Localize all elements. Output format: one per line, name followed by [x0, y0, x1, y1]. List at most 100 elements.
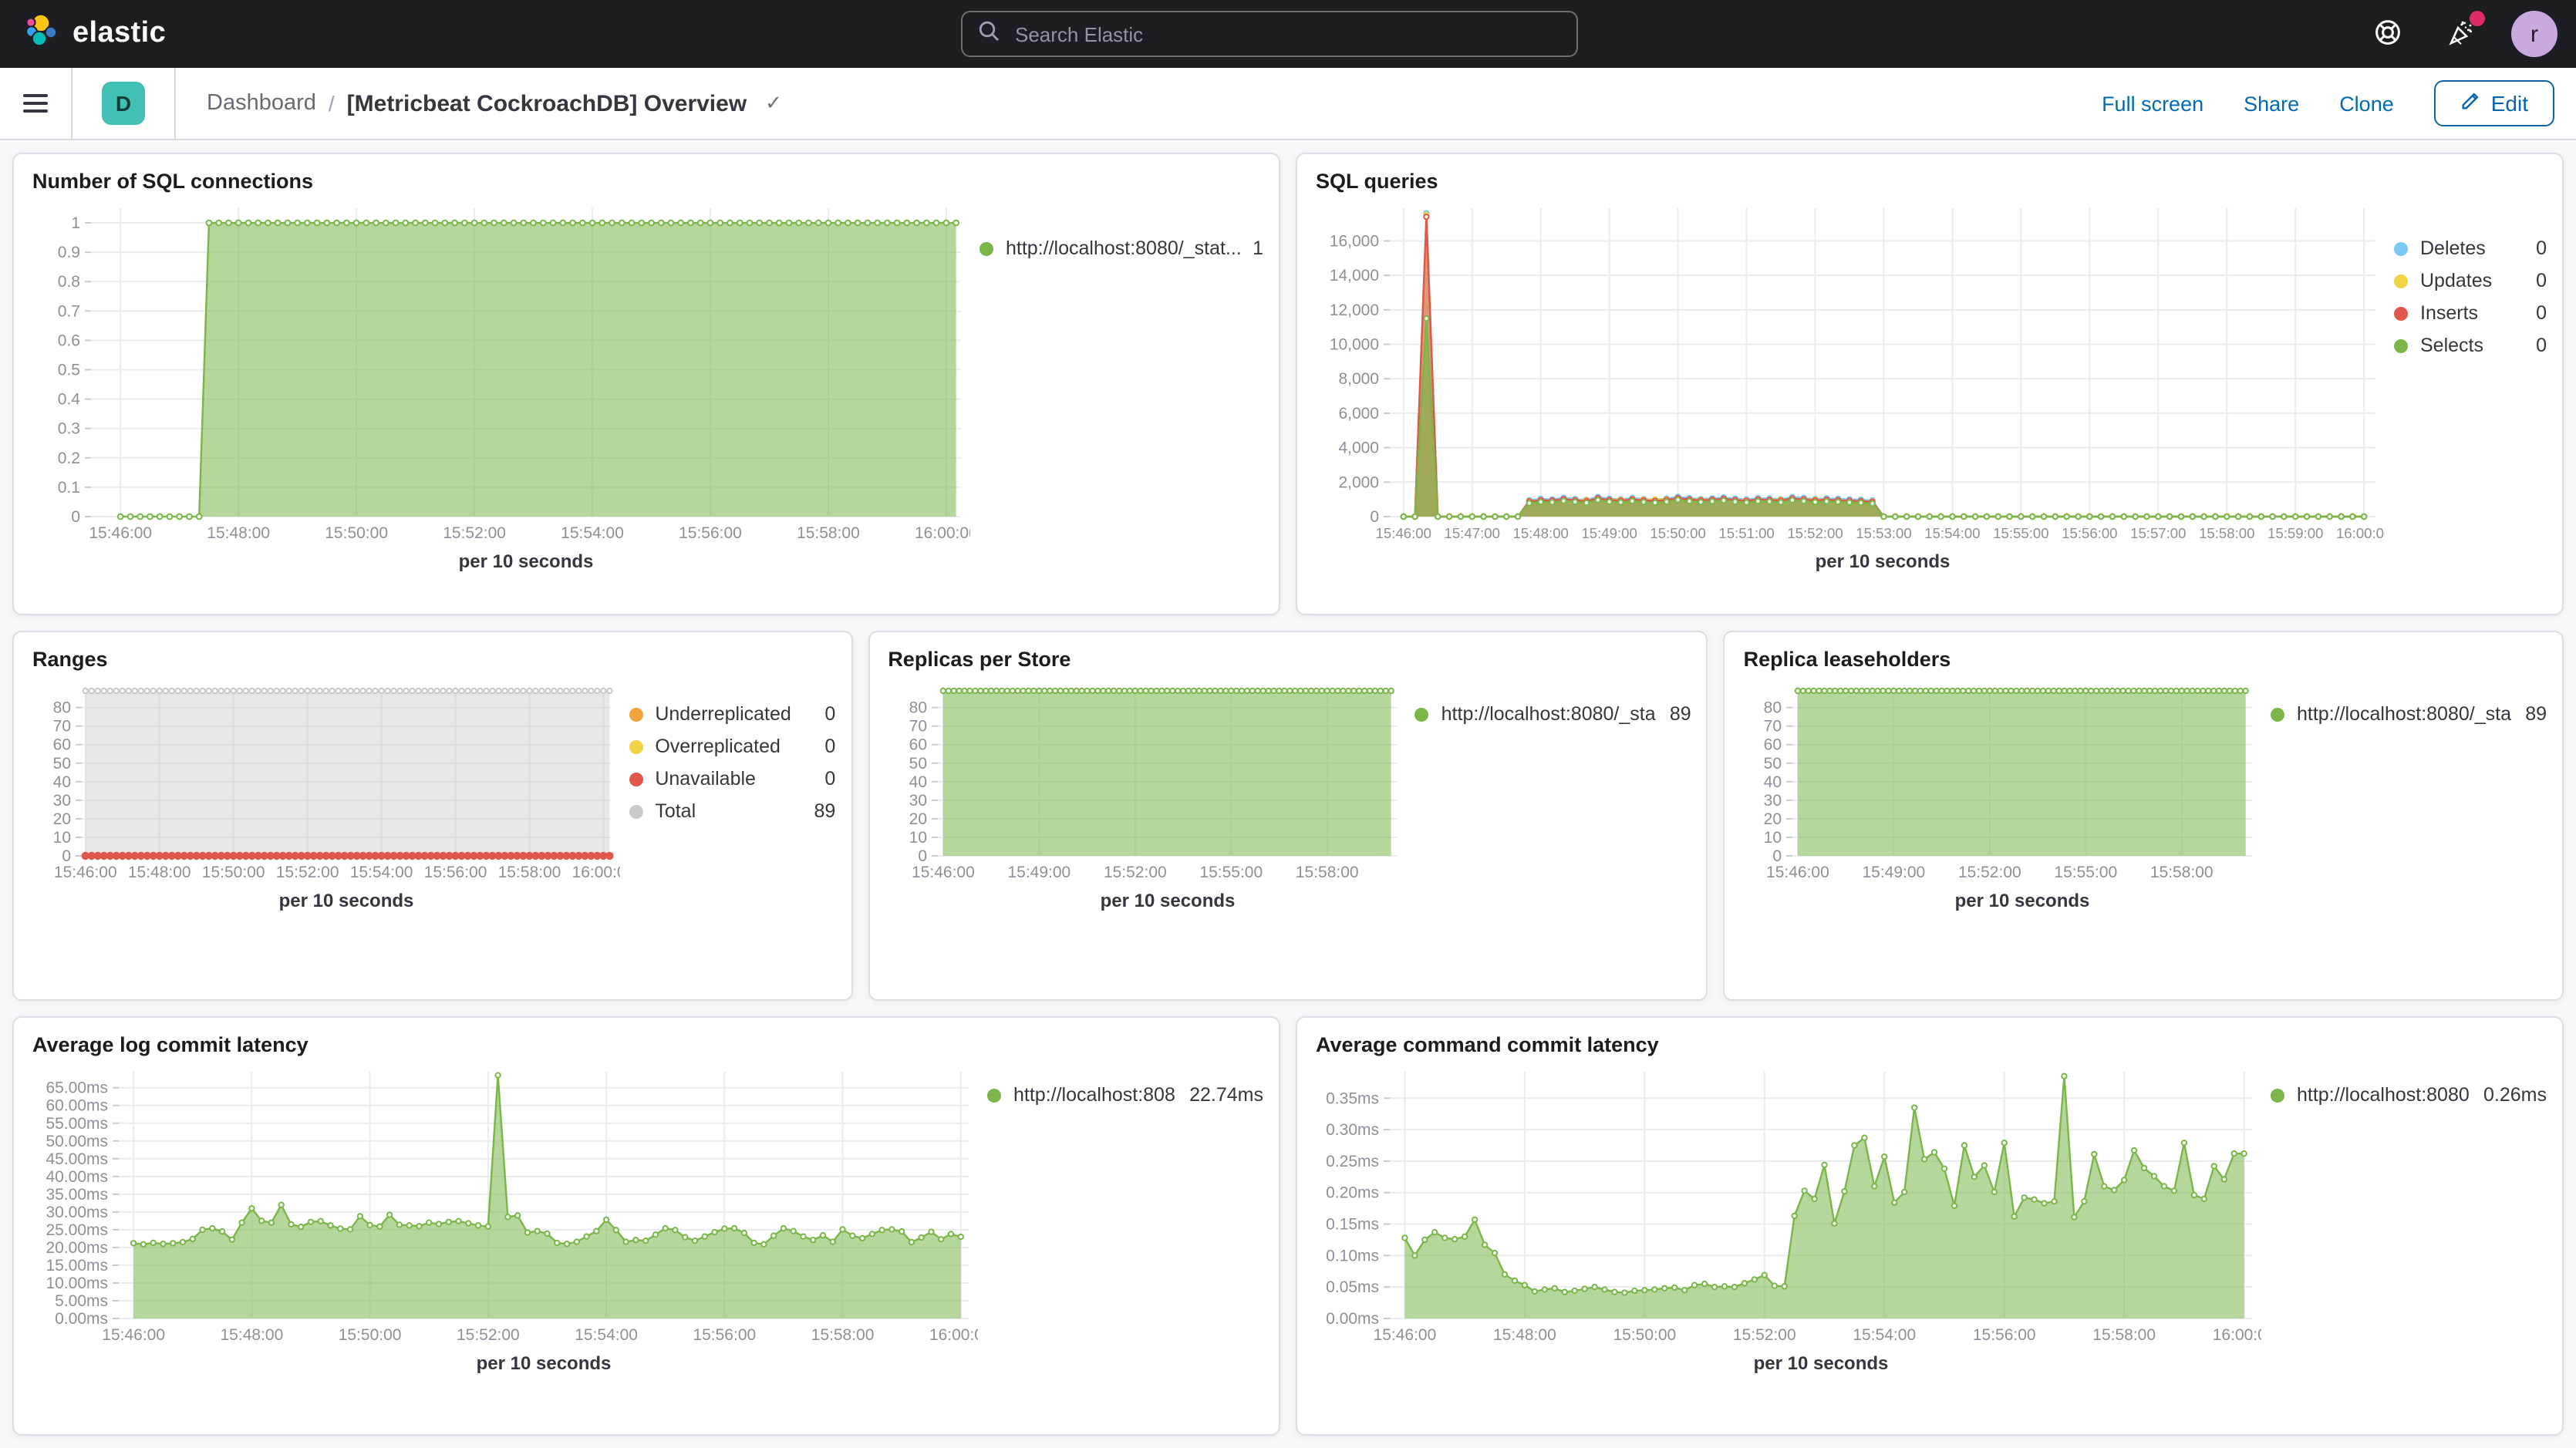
svg-text:65.00ms: 65.00ms [46, 1079, 108, 1097]
panel-sql-queries: SQL queries 02,0004,0006,0008,00010,0001… [1296, 153, 2564, 615]
chart-legend: Deletes0 Updates0 Inserts0 Selects0 [2385, 199, 2547, 356]
svg-text:15:53:00: 15:53:00 [1856, 525, 1911, 541]
svg-text:15:55:00: 15:55:00 [2055, 864, 2118, 881]
full-screen-link[interactable]: Full screen [2102, 92, 2203, 115]
legend-value: 0 [824, 705, 835, 725]
svg-text:15:46:00: 15:46:00 [1767, 864, 1830, 881]
svg-text:60: 60 [53, 736, 71, 754]
svg-text:50: 50 [53, 755, 71, 773]
chart-svg: 0.00ms5.00ms10.00ms15.00ms20.00ms25.00ms… [29, 1062, 978, 1383]
svg-text:15:48:00: 15:48:00 [207, 524, 270, 542]
legend-item[interactable]: http://localhost:8080/_sta...89 [1415, 705, 1691, 725]
svg-text:15:58:00: 15:58:00 [811, 1326, 875, 1344]
panel-replicas-per-store: Replicas per Store 0102030405060708015:4… [868, 631, 1708, 1001]
chart-canvas-log-commit-latency[interactable]: 0.00ms5.00ms10.00ms15.00ms20.00ms25.00ms… [29, 1062, 978, 1383]
share-link[interactable]: Share [2244, 92, 2299, 115]
chart-svg: 0102030405060708015:46:0015:49:0015:52:0… [885, 677, 1406, 921]
svg-text:50: 50 [1764, 755, 1782, 773]
menu-button[interactable] [0, 68, 71, 139]
svg-text:10.00ms: 10.00ms [46, 1275, 108, 1292]
legend-label: http://localhost:8080/_sta... [1441, 705, 1657, 725]
svg-text:15:56:00: 15:56:00 [693, 1326, 756, 1344]
svg-text:15:58:00: 15:58:00 [2199, 525, 2254, 541]
svg-text:60.00ms: 60.00ms [46, 1097, 108, 1115]
search-icon [978, 19, 1000, 49]
legend-item[interactable]: http://localhost:8080/_sta...89 [2271, 705, 2547, 725]
legend-item[interactable]: Inserts0 [2394, 304, 2547, 324]
elastic-logo[interactable]: elastic [25, 12, 166, 56]
panel-title: Ranges [32, 648, 835, 671]
svg-text:0: 0 [1370, 508, 1379, 526]
legend-item[interactable]: Deletes0 [2394, 239, 2547, 259]
help-icon [2372, 16, 2403, 52]
legend-item[interactable]: Overreplicated0 [629, 737, 835, 757]
svg-text:15:52:00: 15:52:00 [1959, 864, 2022, 881]
svg-text:40: 40 [53, 773, 71, 791]
svg-text:15:52:00: 15:52:00 [1787, 525, 1843, 541]
svg-text:15:49:00: 15:49:00 [1863, 864, 1926, 881]
svg-text:40: 40 [1764, 773, 1782, 791]
legend-item[interactable]: Unavailable0 [629, 769, 835, 790]
svg-text:25.00ms: 25.00ms [46, 1221, 108, 1239]
legend-item[interactable]: Updates0 [2394, 271, 2547, 291]
svg-text:per 10 seconds: per 10 seconds [1100, 891, 1235, 911]
chart-canvas-command-commit-latency[interactable]: 0.00ms0.05ms0.10ms0.15ms0.20ms0.25ms0.30… [1313, 1062, 2261, 1383]
svg-text:15:47:00: 15:47:00 [1445, 525, 1500, 541]
chart-canvas-replica-leaseholders[interactable]: 0102030405060708015:46:0015:49:0015:52:0… [1741, 677, 2261, 921]
chart-canvas-sql-connections[interactable]: 00.10.20.30.40.50.60.70.80.9115:46:0015:… [29, 199, 970, 581]
breadcrumb-dashboard[interactable]: Dashboard [207, 91, 316, 116]
svg-text:60: 60 [909, 736, 926, 754]
breadcrumb-separator: / [329, 91, 335, 116]
svg-text:15:58:00: 15:58:00 [797, 524, 860, 542]
svg-text:0.00ms: 0.00ms [1326, 1310, 1379, 1328]
svg-text:15:52:00: 15:52:00 [457, 1326, 520, 1344]
svg-text:15:49:00: 15:49:00 [1581, 525, 1637, 541]
legend-item[interactable]: http://localhost:8080...0.26ms [2271, 1086, 2547, 1106]
legend-item[interactable]: Selects0 [2394, 336, 2547, 356]
svg-text:70: 70 [909, 718, 926, 736]
clone-link[interactable]: Clone [2339, 92, 2394, 115]
chart-canvas-ranges[interactable]: 0102030405060708015:46:0015:48:0015:50:0… [29, 677, 619, 921]
title-check-icon[interactable]: ✓ [765, 91, 782, 116]
svg-text:14,000: 14,000 [1330, 267, 1379, 285]
chart-canvas-sql-queries[interactable]: 02,0004,0006,0008,00010,00012,00014,0001… [1313, 199, 2385, 581]
legend-label: Unavailable [655, 769, 812, 790]
svg-text:15:54:00: 15:54:00 [561, 524, 624, 542]
legend-item[interactable]: http://localhost:8080/_stat...1 [979, 239, 1263, 259]
panel-title: Number of SQL connections [32, 170, 1263, 193]
edit-button[interactable]: Edit [2434, 80, 2554, 126]
legend-dot-icon [629, 773, 642, 786]
chart-legend: http://localhost:808...22.74ms [978, 1062, 1263, 1106]
svg-text:15:46:00: 15:46:00 [1374, 1326, 1437, 1344]
legend-item[interactable]: Total89 [629, 802, 835, 822]
dashboard-app-badge[interactable]: D [102, 82, 145, 125]
chart-canvas-replicas-per-store[interactable]: 0102030405060708015:46:0015:49:0015:52:0… [885, 677, 1405, 921]
legend-item[interactable]: Underreplicated0 [629, 705, 835, 725]
legend-dot-icon [629, 708, 642, 722]
legend-label: Updates [2420, 271, 2524, 291]
svg-text:55.00ms: 55.00ms [46, 1115, 108, 1133]
svg-text:15:56:00: 15:56:00 [1973, 1326, 2036, 1344]
legend-dot-icon [987, 1089, 1001, 1103]
global-search [961, 11, 1578, 57]
legend-value: 89 [2525, 705, 2547, 725]
svg-text:15:58:00: 15:58:00 [2151, 864, 2214, 881]
svg-text:30.00ms: 30.00ms [46, 1204, 108, 1221]
svg-text:per 10 seconds: per 10 seconds [1816, 551, 1951, 572]
newsfeed-button[interactable] [2437, 9, 2487, 59]
svg-text:15:46:00: 15:46:00 [102, 1326, 165, 1344]
legend-dot-icon [2271, 708, 2284, 722]
user-avatar[interactable]: r [2511, 11, 2557, 57]
chart-legend: http://localhost:8080...0.26ms [2261, 1062, 2547, 1106]
help-button[interactable] [2363, 9, 2412, 59]
svg-text:15:46:00: 15:46:00 [54, 864, 117, 881]
search-input[interactable] [1012, 21, 1561, 47]
svg-text:2,000: 2,000 [1338, 473, 1379, 491]
panel-log-commit-latency: Average log commit latency 0.00ms5.00ms1… [12, 1016, 1280, 1436]
panel-title: Replicas per Store [888, 648, 1691, 671]
elastic-logo-icon [25, 12, 62, 56]
svg-text:15:54:00: 15:54:00 [575, 1326, 638, 1344]
legend-item[interactable]: http://localhost:808...22.74ms [987, 1086, 1263, 1106]
svg-text:per 10 seconds: per 10 seconds [477, 1353, 612, 1374]
svg-text:60: 60 [1764, 736, 1782, 754]
